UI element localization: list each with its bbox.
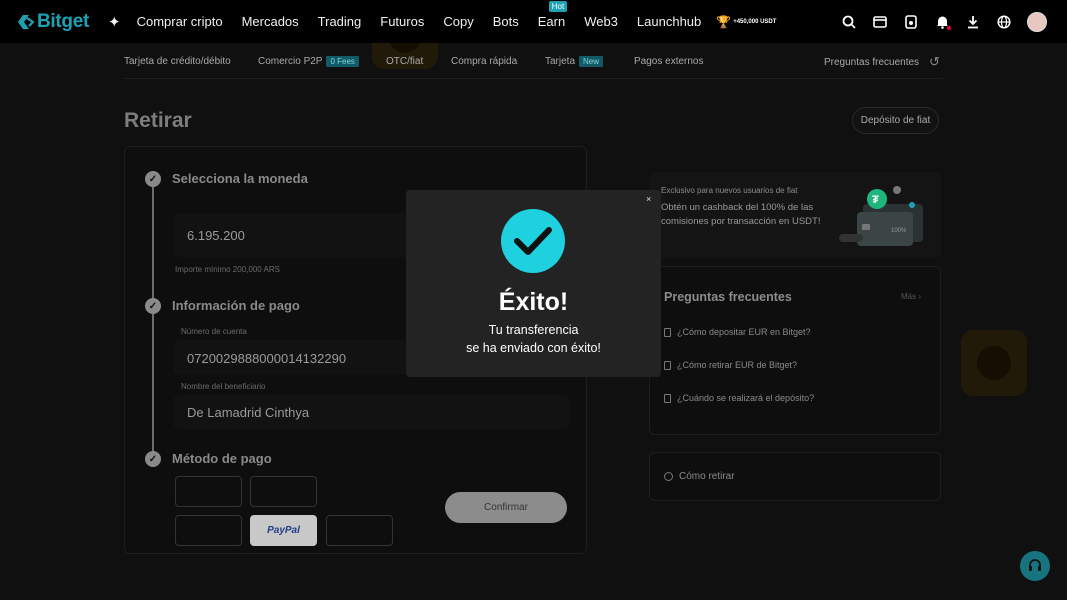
nav-futuros[interactable]: Futuros [380, 14, 424, 29]
divider [123, 78, 943, 79]
subnav-tarjeta[interactable]: Tarjeta New [545, 56, 604, 67]
download-icon[interactable] [966, 15, 980, 29]
hot-badge: Hot [548, 1, 568, 12]
how-to-label: Cómo retirar [679, 471, 735, 482]
payment-method-option[interactable] [326, 515, 393, 546]
faq-item[interactable]: ¿Cómo depositar EUR en Bitget? [664, 327, 811, 337]
history-icon[interactable]: ↺ [929, 54, 940, 70]
document-icon [664, 393, 671, 403]
subnav-otc[interactable]: OTC/fiat [386, 56, 423, 67]
how-to-withdraw-link[interactable]: Cómo retirar [664, 471, 735, 482]
faq-item[interactable]: ¿Cuándo se realizará el depósito? [664, 393, 814, 403]
nav-copy[interactable]: Copy [443, 14, 473, 29]
beneficiary-label: Nombre del beneficiario [181, 382, 266, 391]
user-avatar[interactable] [1027, 11, 1047, 32]
faq-more-label: Más [901, 292, 917, 301]
bell-icon[interactable] [935, 15, 951, 30]
header-actions [825, 0, 1047, 43]
zero-fees-tag: 0 Fees [326, 56, 359, 67]
orders-icon[interactable] [904, 14, 918, 29]
globe-icon[interactable] [997, 14, 1011, 29]
support-chat-button[interactable] [1020, 551, 1050, 581]
chevron-right-icon: › [918, 292, 922, 301]
watermark-logo [961, 330, 1027, 396]
steps-line [152, 180, 154, 458]
success-check-icon [501, 209, 565, 273]
modal-line1: Tu transferencia [488, 323, 579, 337]
subnav-faq-link[interactable]: Preguntas frecuentes [824, 57, 919, 68]
nav-web3[interactable]: Web3 [584, 14, 618, 29]
confirm-button[interactable]: Confirmar [445, 492, 567, 523]
account-value: 0720029888000014132290 [187, 351, 347, 366]
apps-grid-icon[interactable]: ✦ [108, 13, 121, 31]
svg-text:₮: ₮ [872, 194, 879, 206]
promo-text: +450,000 USDT [733, 18, 777, 25]
subnav-p2p-label: Comercio P2P [258, 56, 323, 67]
close-icon[interactable]: × [646, 194, 651, 204]
document-icon [664, 360, 671, 370]
page-title: Retirar [124, 109, 192, 132]
payment-method-option[interactable] [175, 515, 242, 546]
faq-item-label: ¿Cómo depositar EUR en Bitget? [677, 327, 811, 337]
modal-title: Éxito! [498, 288, 569, 316]
new-tag: New [579, 56, 604, 67]
promo-reward[interactable]: 🏆 +450,000 USDT [716, 15, 776, 29]
fiat-subnav: Tarjeta de crédito/débito Comercio P2P 0 … [0, 43, 1067, 79]
trophy-icon: 🏆 [716, 14, 732, 29]
beneficiary-value: De Lamadrid Cinthya [187, 405, 310, 420]
step2-title: Información de pago [172, 298, 300, 313]
nav-earn-label: Earn [537, 14, 566, 29]
step1-title: Selecciona la moneda [172, 171, 308, 186]
modal-line2: se ha enviado con éxito! [466, 341, 601, 355]
card-illustration-icon: 100% ₮ [857, 186, 923, 246]
banner-line2: Obtén un cashback del 100% de las comisi… [661, 202, 821, 227]
faq-title: Preguntas frecuentes [664, 290, 792, 304]
subnav-external-payments[interactable]: Pagos externos [634, 56, 704, 67]
step1-check-icon: ✓ [145, 171, 161, 187]
paypal-logo: PayPal [267, 525, 300, 536]
nav-mercados[interactable]: Mercados [242, 14, 299, 29]
search-icon[interactable] [842, 15, 856, 29]
wallet-icon[interactable] [873, 15, 887, 29]
nav-trading[interactable]: Trading [318, 14, 362, 29]
step2-check-icon: ✓ [145, 298, 161, 314]
modal-message: Tu transferencia se ha enviado con éxito… [406, 321, 661, 357]
amount-value: 6.195.200 [187, 228, 245, 243]
faq-more-link[interactable]: Más › [901, 292, 921, 301]
main-nav: ✦ Comprar cripto Mercados Trading Futuro… [108, 1, 776, 31]
nav-bots[interactable]: Bots [493, 14, 519, 29]
logo-text: Bitget [37, 10, 90, 32]
nav-launchhub[interactable]: Launchhub [637, 14, 701, 29]
subnav-tarjeta-label: Tarjeta [545, 56, 576, 67]
paypal-option[interactable]: PayPal [250, 515, 317, 546]
bitget-logo[interactable]: Bitget [18, 11, 89, 33]
nav-comprar-cripto[interactable]: Comprar cripto [137, 14, 223, 29]
nav-earn[interactable]: Earn Hot [537, 1, 568, 29]
faq-item[interactable]: ¿Cómo retirar EUR de Bitget? [664, 360, 797, 370]
subnav-quick-buy[interactable]: Compra rápida [451, 56, 517, 67]
fiat-deposit-button[interactable]: Depósito de fiat [852, 107, 939, 134]
payment-method-option[interactable] [250, 476, 317, 507]
amount-hint: Importe mínimo 200,000 ARS [175, 265, 280, 274]
notification-dot [947, 25, 951, 30]
faq-item-label: ¿Cuándo se realizará el depósito? [677, 393, 815, 403]
document-icon [664, 327, 671, 337]
step3-check-icon: ✓ [145, 451, 161, 467]
step3-title: Método de pago [172, 451, 272, 466]
play-icon [664, 472, 673, 481]
card-pct: 100% [891, 228, 907, 234]
headset-icon [1029, 559, 1041, 571]
banner-line1: Exclusivo para nuevos usuarios de fiat [661, 186, 798, 195]
subnav-card[interactable]: Tarjeta de crédito/débito [124, 56, 231, 67]
payment-method-option[interactable] [175, 476, 242, 507]
bitget-logo-icon [18, 14, 34, 29]
toggle-decoration [839, 234, 863, 242]
top-navbar: Bitget ✦ Comprar cripto Mercados Trading… [0, 0, 1067, 43]
account-label: Número de cuenta [181, 327, 247, 336]
faq-item-label: ¿Cómo retirar EUR de Bitget? [677, 360, 798, 370]
subnav-p2p[interactable]: Comercio P2P 0 Fees [258, 56, 359, 67]
